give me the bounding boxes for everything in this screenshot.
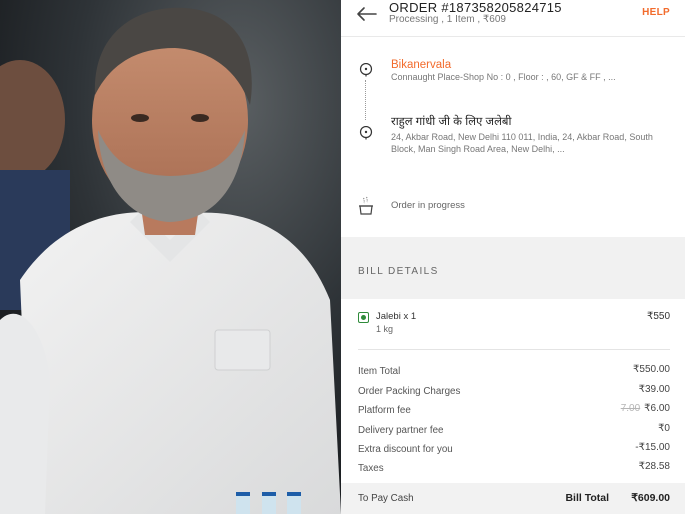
location-pin-icon — [359, 63, 373, 77]
divider — [358, 349, 670, 350]
photo-illustration — [0, 0, 341, 514]
top-bar: ORDER #187358205824715 Processing , 1 It… — [341, 0, 685, 37]
order-title: ORDER #187358205824715 — [389, 0, 562, 15]
item-price: ₹550 — [646, 311, 670, 322]
back-arrow-icon[interactable] — [355, 6, 377, 22]
platform-fee-value: 7.00 ₹6.00 — [621, 403, 670, 414]
payment-mode: To Pay Cash — [358, 493, 414, 504]
item-name: Jalebi x 1 — [376, 311, 417, 322]
restaurant-address: Connaught Place-Shop No : 0 , Floor : , … — [391, 72, 616, 82]
restaurant-name: Bikanervala — [391, 59, 452, 71]
location-pin-icon — [359, 126, 373, 140]
delivery-address: 24, Akbar Road, New Delhi 110 011, India… — [391, 132, 653, 154]
item-total-value: ₹550.00 — [633, 364, 670, 375]
bill-details-heading: BILL DETAILS — [358, 266, 439, 277]
packing-charges-label: Order Packing Charges — [358, 386, 461, 397]
bill-footer: To Pay Cash Bill Total ₹609.00 — [341, 483, 685, 514]
order-detail-panel: ORDER #187358205824715 Processing , 1 It… — [341, 0, 685, 514]
news-photo — [0, 0, 341, 514]
route-connector — [365, 80, 366, 120]
platform-fee-label: Platform fee — [358, 405, 411, 416]
item-total-label: Item Total — [358, 366, 401, 377]
platform-fee-amount: ₹6.00 — [644, 403, 670, 414]
discount-value: -₹15.00 — [635, 442, 670, 453]
cooking-pot-icon — [359, 196, 373, 215]
item-quantity: 1 kg — [376, 324, 394, 334]
order-status: Order in progress — [391, 200, 465, 211]
bill-total-value: ₹609.00 — [631, 492, 670, 504]
bill-total-label: Bill Total — [565, 492, 609, 504]
discount-label: Extra discount for you — [358, 444, 453, 455]
platform-fee-original: 7.00 — [620, 403, 641, 414]
order-subtitle: Processing , 1 Item , ₹609 — [389, 14, 506, 25]
delivery-fee-label: Delivery partner fee — [358, 425, 444, 436]
veg-indicator-icon — [358, 312, 369, 323]
taxes-value: ₹28.58 — [638, 461, 670, 472]
help-button[interactable]: HELP — [642, 7, 670, 18]
delivery-label: राहुल गांधी जी के लिए जलेबी — [391, 116, 512, 128]
delivery-fee-value: ₹0 — [658, 423, 670, 434]
screen: ORDER #187358205824715 Processing , 1 It… — [0, 0, 685, 514]
packing-charges-value: ₹39.00 — [638, 384, 670, 395]
taxes-label: Taxes — [358, 463, 384, 474]
